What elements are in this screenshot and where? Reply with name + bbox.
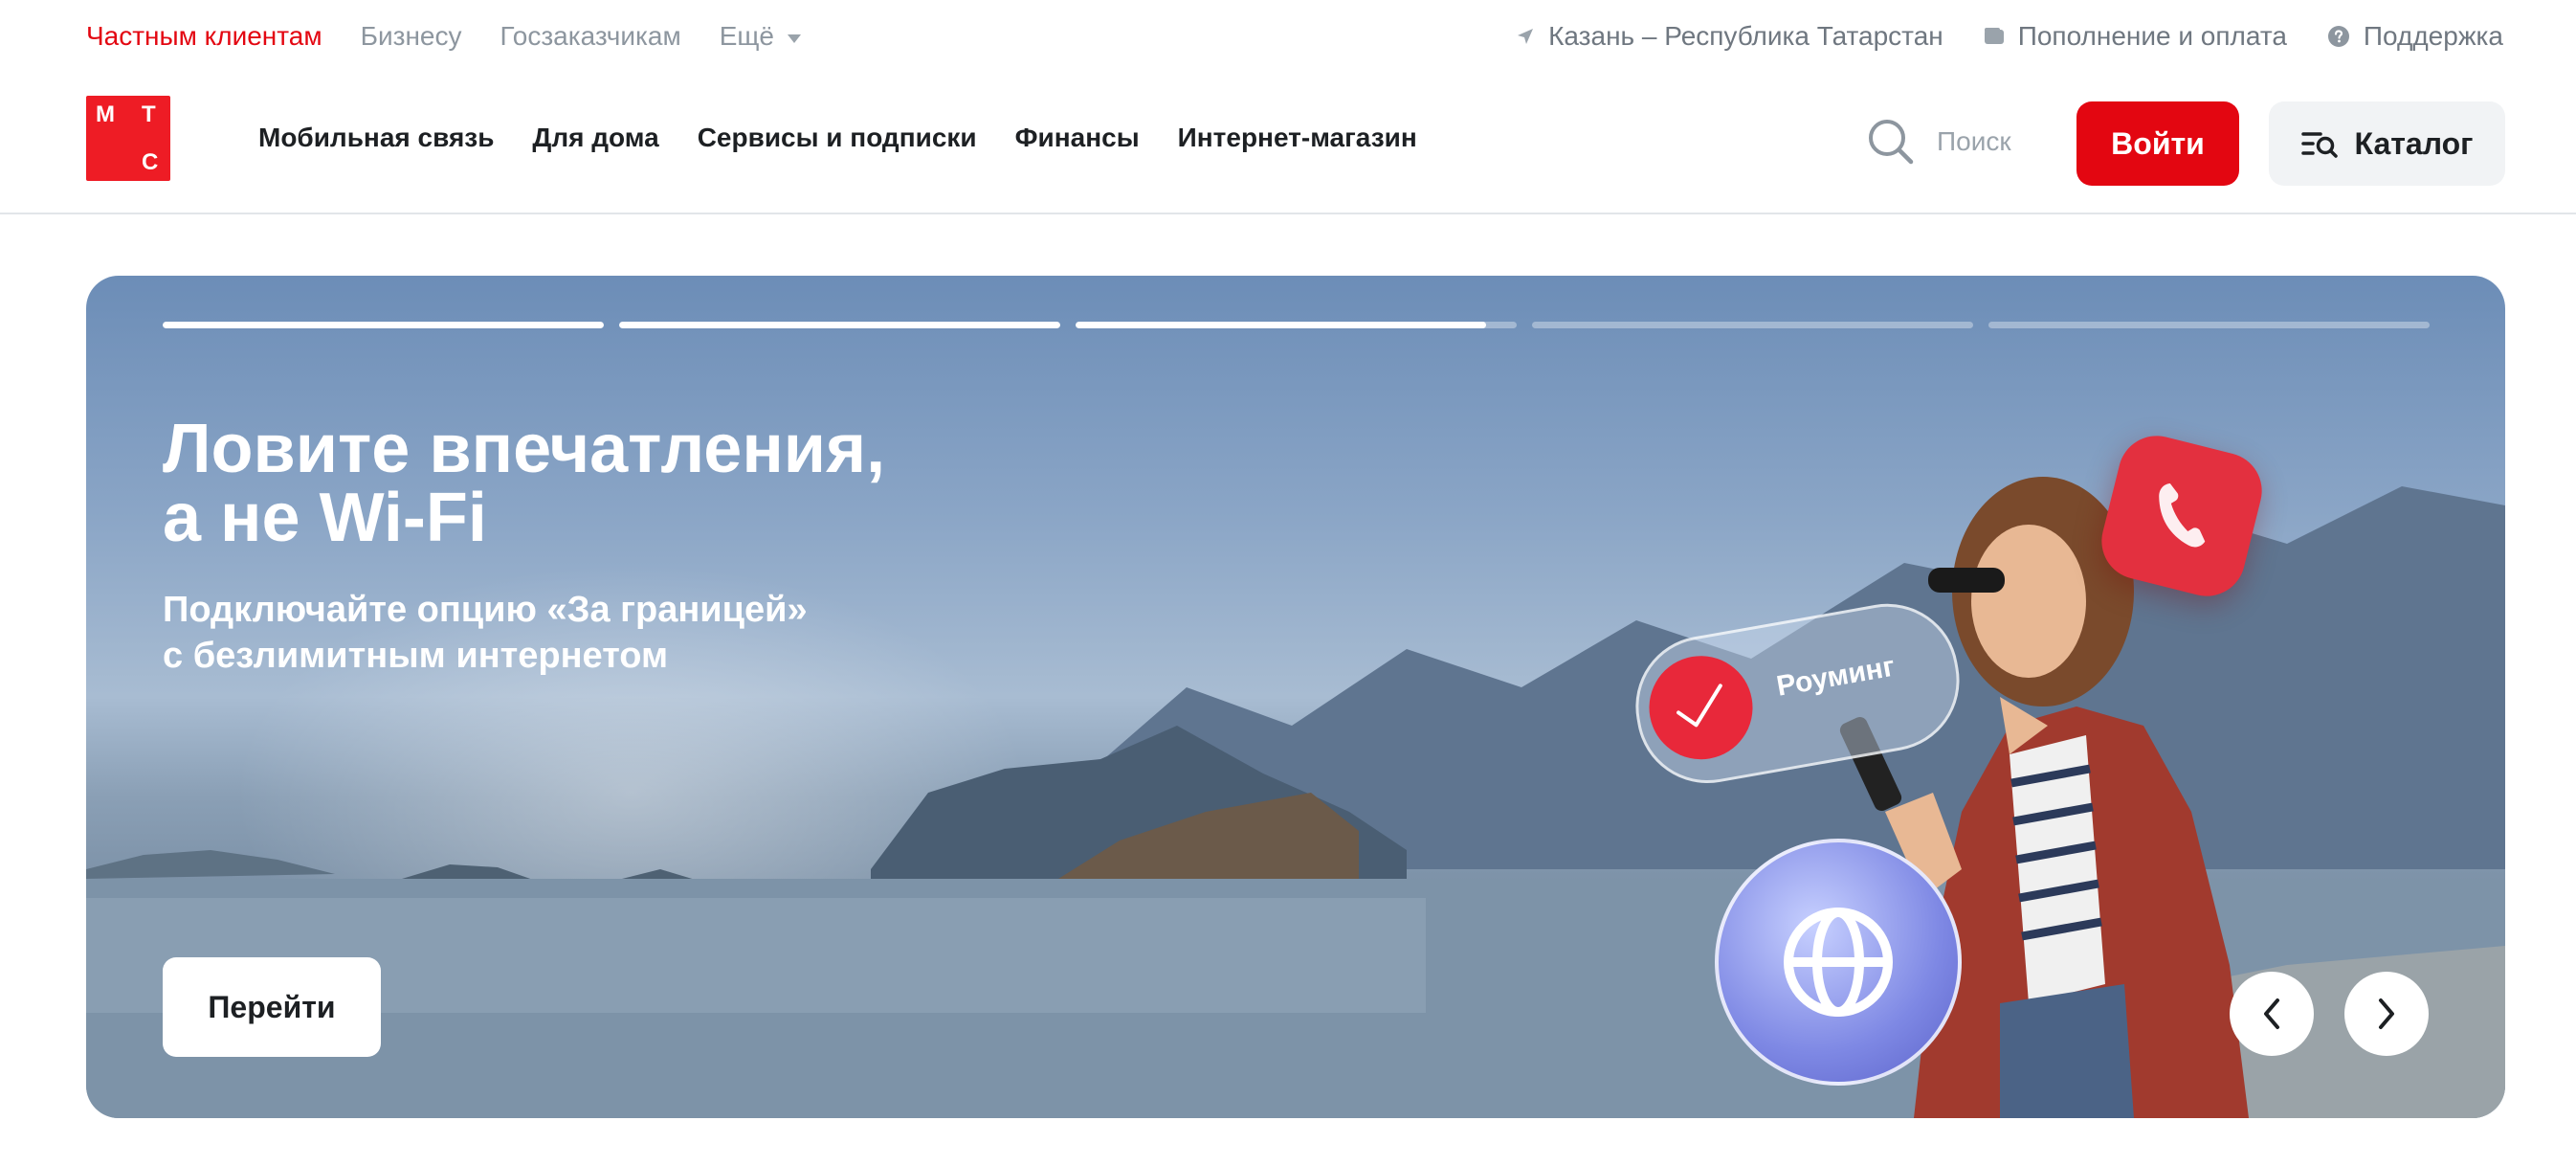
region-selector[interactable]: Казань – Республика Татарстан bbox=[1516, 21, 1943, 52]
chevron-left-icon bbox=[2264, 998, 2279, 1029]
catalog-button[interactable]: Каталог bbox=[2269, 101, 2505, 186]
search-icon bbox=[1869, 120, 1914, 165]
chevron-down-icon bbox=[788, 34, 801, 43]
segment-tabs: Частным клиентам Бизнесу Госзаказчикам Е… bbox=[86, 21, 801, 52]
hero-subtitle-line-2: с безлимитным интернетом bbox=[163, 636, 669, 676]
nav-home[interactable]: Для дома bbox=[532, 123, 658, 153]
support-label: Поддержка bbox=[2363, 21, 2503, 51]
wallet-icon bbox=[1984, 28, 2004, 44]
slide-indicator-1[interactable] bbox=[163, 322, 604, 328]
search-field[interactable]: Поиск bbox=[1866, 117, 2011, 167]
hero-title: Ловите впечатления, а не Wi-Fi bbox=[163, 415, 1120, 552]
slide-2-fill bbox=[619, 322, 1060, 328]
slide-1-fill bbox=[163, 322, 604, 328]
slide-progress bbox=[163, 322, 2430, 328]
nav-mobile[interactable]: Мобильная связь bbox=[258, 123, 494, 153]
segment-business[interactable]: Бизнесу bbox=[361, 21, 462, 52]
help-icon bbox=[2327, 26, 2349, 47]
globe-icon bbox=[1715, 839, 1962, 1086]
slide-indicator-3[interactable] bbox=[1076, 322, 1517, 328]
utility-links: Казань – Республика Татарстан Пополнение… bbox=[1516, 21, 2503, 52]
hero-banner[interactable]: Ловите впечатления, а не Wi-Fi Подключай… bbox=[86, 276, 2505, 1118]
chevron-right-icon bbox=[2379, 998, 2394, 1029]
main-header: М Т С Мобильная связь Для дома Сервисы и… bbox=[0, 78, 2576, 214]
nav-services[interactable]: Сервисы и подписки bbox=[698, 123, 977, 153]
nav-shop[interactable]: Интернет-магазин bbox=[1178, 123, 1417, 153]
payments-label: Пополнение и оплата bbox=[2017, 21, 2287, 51]
search-placeholder: Поиск bbox=[1937, 126, 2011, 156]
logo-letter-s: С bbox=[142, 149, 159, 175]
hero-cta-button[interactable]: Перейти bbox=[163, 957, 381, 1057]
hero-title-line-2: а не Wi-Fi bbox=[163, 480, 487, 556]
hero-subtitle: Подключайте опцию «За границей» с безлим… bbox=[163, 587, 1024, 679]
login-button[interactable]: Войти bbox=[2076, 101, 2239, 186]
region-label: Казань – Республика Татарстан bbox=[1548, 21, 1943, 51]
catalog-search-icon bbox=[2300, 132, 2338, 158]
hero-landscape-illustration bbox=[86, 477, 2505, 1118]
top-segment-bar: Частным клиентам Бизнесу Госзаказчикам Е… bbox=[0, 0, 2576, 78]
payments-link[interactable]: Пополнение и оплата bbox=[1984, 21, 2287, 52]
slide-indicator-4[interactable] bbox=[1532, 322, 1973, 328]
hero-title-line-1: Ловите впечатления, bbox=[163, 411, 886, 487]
catalog-label: Каталог bbox=[2354, 125, 2474, 161]
support-link[interactable]: Поддержка bbox=[2327, 21, 2503, 52]
nav-finance[interactable]: Финансы bbox=[1015, 123, 1140, 153]
logo-letter-m: М bbox=[96, 101, 115, 127]
hero-subtitle-line-1: Подключайте опцию «За границей» bbox=[163, 590, 808, 630]
segment-government[interactable]: Госзаказчикам bbox=[500, 21, 680, 52]
segment-private-clients[interactable]: Частным клиентам bbox=[86, 21, 322, 52]
slide-indicator-2[interactable] bbox=[619, 322, 1060, 328]
slider-prev-button[interactable] bbox=[2230, 972, 2314, 1056]
main-nav: Мобильная связь Для дома Сервисы и подпи… bbox=[258, 123, 1417, 153]
location-arrow-icon bbox=[1518, 29, 1534, 44]
segment-more[interactable]: Ещё bbox=[720, 21, 801, 52]
slide-indicator-5[interactable] bbox=[1988, 322, 2430, 328]
slider-next-button[interactable] bbox=[2344, 972, 2429, 1056]
logo-letter-t: Т bbox=[142, 101, 156, 127]
segment-more-label: Ещё bbox=[719, 21, 774, 51]
slide-3-fill bbox=[1076, 322, 1486, 328]
mts-logo[interactable]: М Т С bbox=[86, 96, 170, 181]
